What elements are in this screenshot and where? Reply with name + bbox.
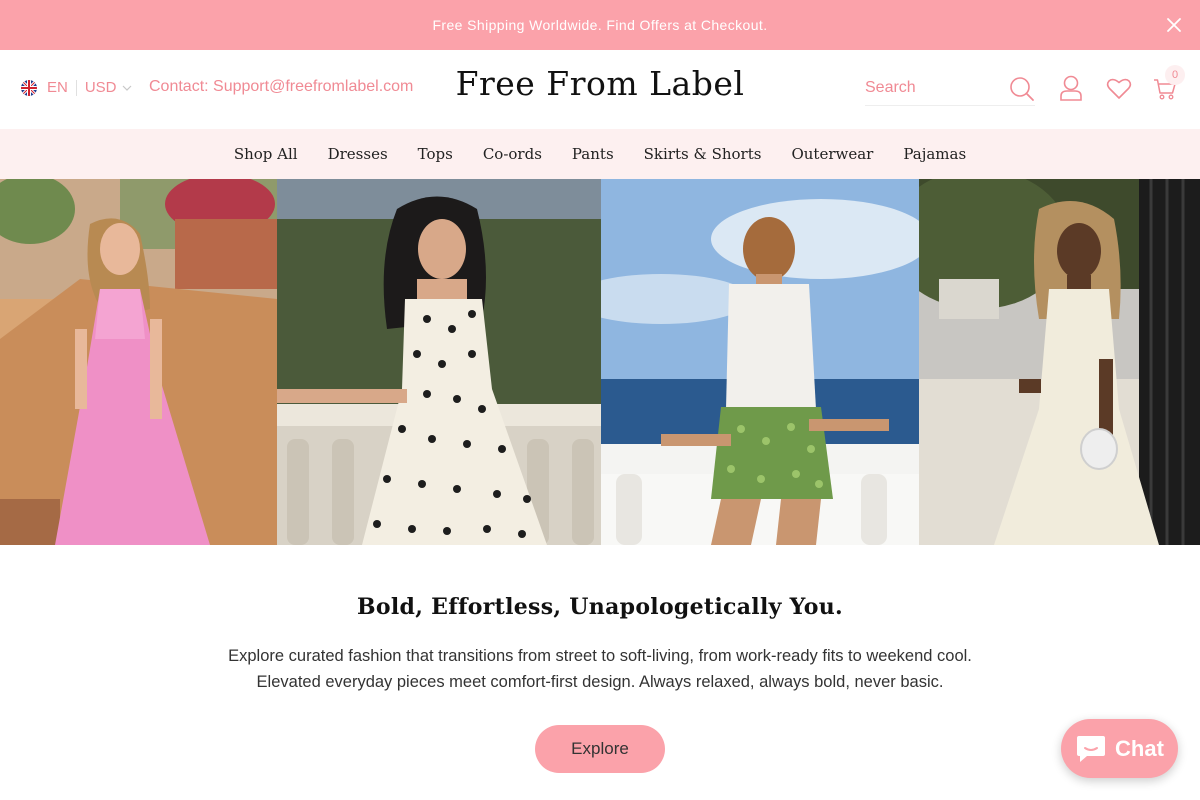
- cart-count-badge: 0: [1165, 65, 1185, 85]
- nav-item-outerwear[interactable]: Outerwear: [791, 145, 873, 163]
- search-icon[interactable]: [1009, 76, 1035, 106]
- nav-item-co-ords[interactable]: Co-ords: [483, 145, 542, 163]
- section-headline: Bold, Effortless, Unapologetically You.: [357, 594, 843, 620]
- locale-selector[interactable]: EN USD: [21, 79, 132, 96]
- announcement-bar: Free Shipping Worldwide. Find Offers at …: [0, 0, 1200, 50]
- nav-item-pajamas[interactable]: Pajamas: [903, 145, 966, 163]
- heart-icon[interactable]: [1106, 77, 1132, 104]
- announcement-text: Free Shipping Worldwide. Find Offers at …: [432, 17, 768, 33]
- hero-banner[interactable]: [0, 179, 1200, 545]
- nav-item-shop-all[interactable]: Shop All: [234, 145, 298, 163]
- close-icon[interactable]: [1164, 15, 1184, 35]
- explore-button[interactable]: Explore: [535, 725, 665, 773]
- chat-button[interactable]: Chat: [1061, 719, 1178, 778]
- search-input[interactable]: [865, 72, 995, 104]
- nav-item-skirts-shorts[interactable]: Skirts & Shorts: [644, 145, 762, 163]
- hero-image-pink-dress[interactable]: [0, 179, 277, 545]
- main-nav: Shop All Dresses Tops Co-ords Pants Skir…: [0, 129, 1200, 179]
- chevron-down-icon[interactable]: [122, 79, 132, 96]
- logo-text[interactable]: Free From Label: [456, 64, 745, 103]
- chat-bubble-icon: [1077, 735, 1106, 762]
- language-code[interactable]: EN: [47, 79, 68, 96]
- divider: [75, 79, 77, 96]
- nav-item-pants[interactable]: Pants: [572, 145, 614, 163]
- currency-code[interactable]: USD: [85, 79, 117, 96]
- hero-image-polka-dress[interactable]: [277, 179, 601, 545]
- user-icon[interactable]: [1059, 75, 1083, 105]
- nav-item-dresses[interactable]: Dresses: [328, 145, 388, 163]
- uk-flag-icon: [21, 79, 37, 96]
- chat-label: Chat: [1115, 735, 1164, 761]
- hero-image-cream-dress[interactable]: [919, 179, 1200, 545]
- site-header: EN USD Contact: Support@freefromlabel.co…: [0, 50, 1200, 129]
- hero-image-sequin-skirt[interactable]: [601, 179, 919, 545]
- nav-item-tops[interactable]: Tops: [418, 145, 453, 163]
- search-box[interactable]: [865, 72, 1035, 106]
- contact-link[interactable]: Contact: Support@freefromlabel.com: [149, 78, 413, 96]
- section-description: Explore curated fashion that transitions…: [228, 647, 972, 691]
